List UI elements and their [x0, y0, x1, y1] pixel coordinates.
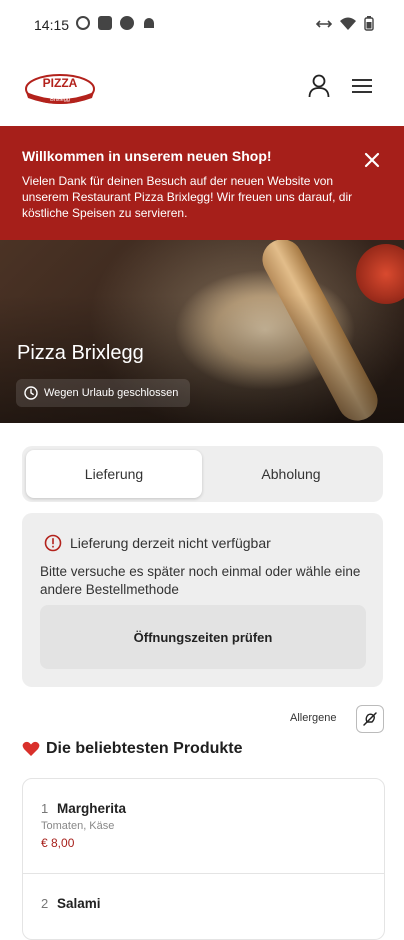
product-index: 1	[41, 801, 49, 816]
allergens-label: Allergene	[290, 712, 337, 724]
tab-pickup[interactable]: Abholung	[203, 450, 379, 498]
product-name: Salami	[57, 896, 101, 911]
status-time: 14:15	[34, 17, 70, 33]
banner-close-button[interactable]	[360, 148, 384, 172]
welcome-banner: Willkommen in unserem neuen Shop! Vielen…	[0, 126, 404, 240]
logo-subtext: Brixlegg	[50, 97, 70, 103]
user-icon	[308, 74, 330, 98]
clock-icon	[24, 386, 38, 400]
banner-title: Willkommen in unserem neuen Shop!	[22, 148, 272, 164]
popular-products-list: 1 Margherita Tomaten, Käse € 8,00 2 Sala…	[22, 778, 385, 940]
check-opening-hours-button[interactable]: Öffnungszeiten prüfen	[40, 605, 366, 669]
circle-icon	[76, 16, 90, 30]
logo-graphic: PIZZA Brixlegg	[25, 74, 95, 104]
status-bar: 14:15	[0, 0, 404, 48]
android-icon	[144, 18, 154, 28]
popular-products-title: Die beliebtesten Produkte	[46, 740, 243, 757]
link-icon	[316, 19, 332, 28]
header: PIZZA Brixlegg	[0, 48, 404, 126]
hero-image: Pizza Brixlegg Wegen Urlaub geschlossen	[0, 240, 404, 423]
product-item-margherita[interactable]: 1 Margherita Tomaten, Käse € 8,00	[23, 779, 384, 873]
info-icon	[44, 534, 62, 552]
close-icon	[364, 152, 380, 168]
logo-text: PIZZA	[43, 76, 78, 90]
product-item-salami[interactable]: 2 Salami	[23, 873, 384, 939]
restaurant-name: Pizza Brixlegg	[17, 342, 144, 364]
wifi-icon	[340, 17, 356, 30]
battery-icon	[364, 16, 374, 31]
status-icons-right	[316, 16, 374, 31]
closed-status-badge: Wegen Urlaub geschlossen	[16, 379, 191, 407]
delivery-unavailable-notice: Lieferung derzeit nicht verfügbar Bitte …	[22, 513, 383, 687]
allergens-toggle-button[interactable]	[356, 705, 384, 733]
product-index: 2	[41, 896, 49, 911]
notice-title: Lieferung derzeit nicht verfügbar	[70, 535, 271, 551]
menu-button[interactable]	[348, 72, 376, 100]
record-icon	[120, 16, 134, 30]
hamburger-icon	[352, 79, 372, 93]
square-icon	[98, 16, 112, 30]
account-button[interactable]	[305, 72, 333, 100]
product-name: Margherita	[57, 801, 127, 816]
product-description: Tomaten, Käse	[41, 820, 115, 832]
notice-body: Bitte versuche es später noch einmal ode…	[40, 564, 361, 597]
order-mode-switch: Lieferung Abholung	[22, 446, 383, 502]
closed-status-text: Wegen Urlaub geschlossen	[44, 387, 179, 399]
logo[interactable]: PIZZA Brixlegg	[22, 68, 98, 108]
tab-delivery[interactable]: Lieferung	[26, 450, 202, 498]
banner-text: Vielen Dank für deinen Besuch auf der ne…	[22, 174, 353, 220]
product-price: € 8,00	[41, 836, 75, 850]
notice-header: Lieferung derzeit nicht verfügbar	[44, 534, 271, 552]
popular-products-heading: Die beliebtesten Produkte	[22, 740, 243, 758]
status-icons-left	[76, 16, 156, 30]
allergen-off-icon	[363, 712, 377, 726]
heart-icon	[22, 741, 40, 756]
